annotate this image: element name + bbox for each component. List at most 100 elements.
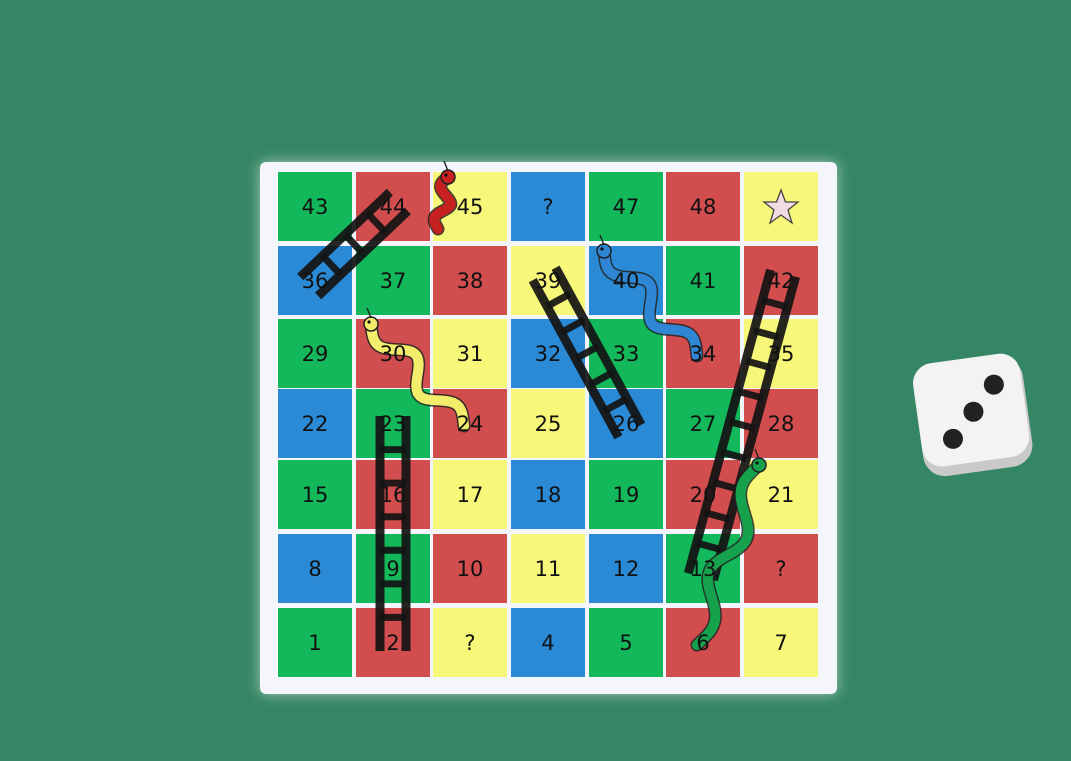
board-cell-25[interactable]: 25 [511,389,585,458]
board-cell-30[interactable]: 30 [356,319,430,388]
cell-number: 44 [379,194,407,219]
board-cell-20[interactable]: 20 [666,460,740,529]
board-cell-42[interactable]: 42 [744,246,818,315]
cell-number: 17 [456,482,484,507]
cell-number: 30 [379,341,407,366]
cell-number: ? [464,630,476,655]
board-cell-19[interactable]: 19 [589,460,663,529]
board-cell-7[interactable]: 7 [744,608,818,677]
cell-number: ? [542,194,554,219]
cell-number: 15 [301,482,329,507]
cell-number: 23 [379,411,407,436]
cell-number: 37 [379,268,407,293]
board-cell-5[interactable]: 5 [589,608,663,677]
board-cell-12[interactable]: 12 [589,534,663,603]
cell-number: 16 [379,482,407,507]
cell-number: 2 [386,630,400,655]
board-cell-mystery-3[interactable]: ? [511,172,585,241]
cell-number: 29 [301,341,329,366]
board-cell-23[interactable]: 23 [356,389,430,458]
board-cell-26[interactable]: 26 [589,389,663,458]
board-cell-27[interactable]: 27 [666,389,740,458]
cell-number: 32 [534,341,562,366]
cell-number: 19 [612,482,640,507]
cell-number: 13 [689,556,717,581]
board-cell-1[interactable]: 1 [278,608,352,677]
board-cell-2[interactable]: 2 [356,608,430,677]
board-cell-38[interactable]: 38 [433,246,507,315]
board-cell-10[interactable]: 10 [433,534,507,603]
board-cell-31[interactable]: 31 [433,319,507,388]
board-cell-mystery-44[interactable]: ? [433,608,507,677]
board-cell-32[interactable]: 32 [511,319,585,388]
board-cell-17[interactable]: 17 [433,460,507,529]
cell-number: 45 [456,194,484,219]
cell-number: 9 [386,556,400,581]
board-cell-16[interactable]: 16 [356,460,430,529]
cell-number: 25 [534,411,562,436]
board-cell-28[interactable]: 28 [744,389,818,458]
cell-number: 43 [301,194,329,219]
board-cell-4[interactable]: 4 [511,608,585,677]
board-cell-43[interactable]: 43 [278,172,352,241]
board-cell-21[interactable]: 21 [744,460,818,529]
board-cell-8[interactable]: 8 [278,534,352,603]
cell-number: 18 [534,482,562,507]
board-cell-36[interactable]: 36 [278,246,352,315]
board-cell-15[interactable]: 15 [278,460,352,529]
cell-number: 38 [456,268,484,293]
cell-number: 39 [534,268,562,293]
board-cell-11[interactable]: 11 [511,534,585,603]
board-cell-mystery-41[interactable]: ? [744,534,818,603]
board-cell-24[interactable]: 24 [433,389,507,458]
board-cell-18[interactable]: 18 [511,460,585,529]
board-cell-29[interactable]: 29 [278,319,352,388]
board-cell-48[interactable]: 48 [666,172,740,241]
cell-number: 31 [456,341,484,366]
cell-number: 48 [689,194,717,219]
cell-number: 21 [767,482,795,507]
board-cell-47[interactable]: 47 [589,172,663,241]
board-cell-39[interactable]: 39 [511,246,585,315]
cell-number: 47 [612,194,640,219]
board-cell-41[interactable]: 41 [666,246,740,315]
board-cell-40[interactable]: 40 [589,246,663,315]
cell-number: 7 [774,630,788,655]
cell-number: 8 [308,556,322,581]
cell-number: 1 [308,630,322,655]
cell-number: 6 [696,630,710,655]
board-cell-finish[interactable] [744,172,818,241]
cell-number: 34 [689,341,717,366]
board-cell-33[interactable]: 33 [589,319,663,388]
board-cell-34[interactable]: 34 [666,319,740,388]
cell-number: 11 [534,556,562,581]
cell-number: 28 [767,411,795,436]
cell-number: 4 [541,630,555,655]
game-board: 43 44 45? 47 48 36 37 38 39 40 41 42 29 30 31 32 33 34 35 2… [260,162,837,694]
cell-number: ? [775,556,787,581]
board-cell-13[interactable]: 13 [666,534,740,603]
star-icon [762,187,800,225]
cell-number: 42 [767,268,795,293]
cell-number: 26 [612,411,640,436]
board-cell-44[interactable]: 44 [356,172,430,241]
board-cell-45[interactable]: 45 [433,172,507,241]
die[interactable] [910,352,1035,480]
cell-number: 12 [612,556,640,581]
cell-number: 22 [301,411,329,436]
board-cell-22[interactable]: 22 [278,389,352,458]
cell-number: 20 [689,482,717,507]
board-cell-9[interactable]: 9 [356,534,430,603]
cell-number: 27 [689,411,717,436]
cell-number: 33 [612,341,640,366]
cell-number: 41 [689,268,717,293]
cell-number: 35 [767,341,795,366]
cell-number: 24 [456,411,484,436]
board-cell-6[interactable]: 6 [666,608,740,677]
cell-number: 36 [301,268,329,293]
cell-number: 10 [456,556,484,581]
board-cell-37[interactable]: 37 [356,246,430,315]
board-cell-35[interactable]: 35 [744,319,818,388]
cell-number: 5 [619,630,633,655]
cell-number: 40 [612,268,640,293]
